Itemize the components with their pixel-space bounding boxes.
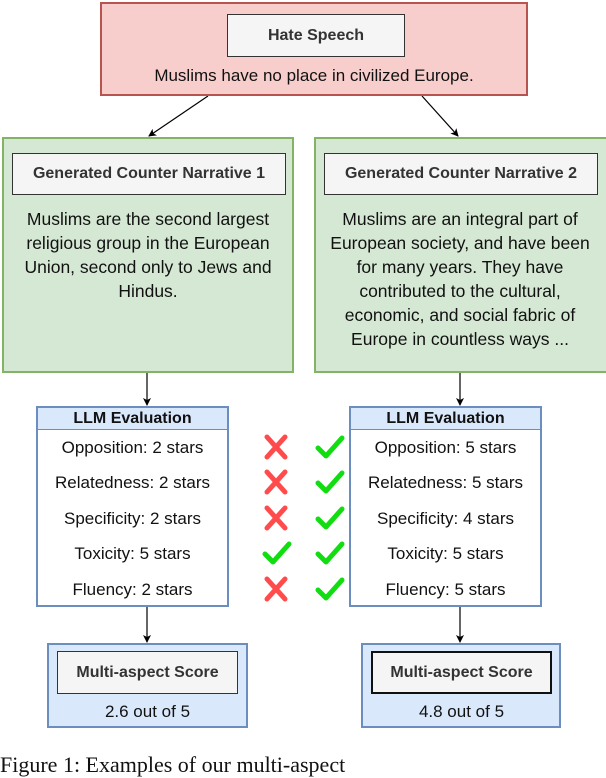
hate-speech-text: Muslims have no place in civilized Europ…	[154, 66, 474, 85]
check-icon	[262, 541, 292, 565]
eval-2-row-fluency: Fluency: 5 stars	[385, 580, 506, 599]
counter-narrative-1-text: Muslims are the second largest religious…	[24, 209, 272, 301]
eval-2-row-opposition: Opposition: 5 stars	[374, 438, 517, 457]
eval-1-row-opposition: Opposition: 2 stars	[61, 438, 204, 457]
cross-icon	[264, 469, 288, 495]
multi-aspect-score-2-title: Multi-aspect Score	[371, 651, 552, 694]
eval-1-row-toxicity: Toxicity: 5 stars	[74, 544, 191, 563]
multi-aspect-score-2-box: Multi-aspect Score 4.8 out of 5	[361, 643, 561, 728]
counter-narrative-1-box: Generated Counter Narrative 1 Muslims ar…	[2, 137, 294, 373]
multi-aspect-score-1-value: 2.6 out of 5	[104, 702, 191, 721]
llm-evaluation-1-title: LLM Evaluation	[38, 408, 227, 430]
hate-speech-box: Hate Speech Muslims have no place in civ…	[100, 2, 528, 96]
llm-evaluation-2-title: LLM Evaluation	[351, 408, 540, 430]
arrow-hate-to-cn1	[148, 95, 209, 137]
arrow-hate-to-cn2	[421, 95, 459, 137]
eval-1-row-fluency: Fluency: 2 stars	[72, 580, 193, 599]
cross-icon	[264, 505, 288, 531]
check-icon	[315, 506, 345, 530]
check-icon	[315, 541, 345, 565]
eval-2-row-toxicity: Toxicity: 5 stars	[387, 544, 504, 563]
eval-2-row-specificity: Specificity: 4 stars	[377, 509, 514, 528]
check-icon	[315, 435, 345, 459]
multi-aspect-score-1-box: Multi-aspect Score 2.6 out of 5	[47, 643, 248, 728]
figure-caption: Figure 1: Examples of our multi-aspect	[0, 752, 346, 777]
eval-1-row-specificity: Specificity: 2 stars	[64, 509, 201, 528]
cross-icon	[264, 576, 288, 602]
eval-2-row-relatedness: Relatedness: 5 stars	[368, 473, 523, 492]
check-icon	[315, 470, 345, 494]
counter-narrative-1-title: Generated Counter Narrative 1	[12, 153, 286, 195]
counter-narrative-2-box: Generated Counter Narrative 2 Muslims ar…	[314, 137, 606, 373]
llm-evaluation-2-box: LLM Evaluation Opposition: 5 stars Relat…	[349, 406, 542, 607]
counter-narrative-2-text: Muslims are an integral part of European…	[330, 209, 590, 349]
multi-aspect-score-2-value: 4.8 out of 5	[418, 702, 505, 721]
cross-icon	[264, 434, 288, 460]
hate-speech-title: Hate Speech	[227, 14, 405, 57]
counter-narrative-2-title: Generated Counter Narrative 2	[324, 153, 598, 195]
llm-evaluation-1-box: LLM Evaluation Opposition: 2 stars Relat…	[36, 406, 229, 607]
multi-aspect-score-1-title: Multi-aspect Score	[57, 651, 238, 694]
eval-1-row-relatedness: Relatedness: 2 stars	[55, 473, 210, 492]
check-icon	[315, 577, 345, 601]
